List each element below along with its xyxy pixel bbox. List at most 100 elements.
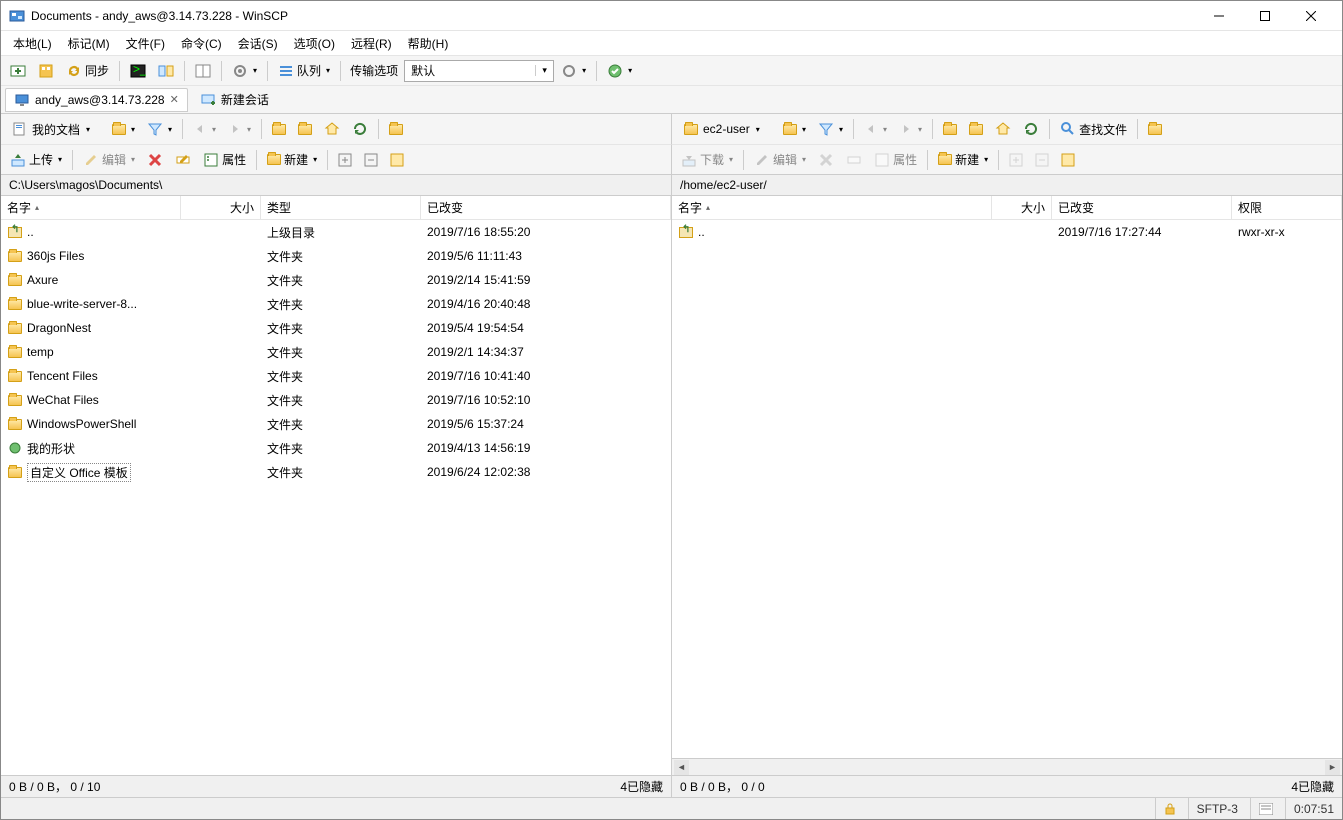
table-row[interactable]: WeChat Files文件夹2019/7/16 10:52:10 — [1, 388, 671, 412]
table-row[interactable]: blue-write-server-8...文件夹2019/4/16 20:40… — [1, 292, 671, 316]
col-changed[interactable]: 已改变 — [1052, 196, 1232, 219]
find-files-button[interactable]: 查找文件 — [1055, 117, 1132, 141]
console-icon[interactable]: >_ — [125, 59, 151, 83]
right-folder-select[interactable]: ec2-user ▾ — [676, 118, 776, 140]
delete-icon[interactable] — [142, 148, 168, 172]
col-name[interactable]: 名字▴ — [1, 196, 181, 219]
menu-item[interactable]: 会话(S) — [230, 32, 286, 55]
menu-item[interactable]: 帮助(H) — [400, 32, 457, 55]
right-path[interactable]: /home/ec2-user/ — [672, 174, 1342, 196]
table-row[interactable]: 自定义 Office 模板文件夹2019/6/24 12:02:38 — [1, 460, 671, 484]
left-file-list[interactable]: ..上级目录2019/7/16 18:55:20360js Files文件夹20… — [1, 220, 671, 775]
menu-item[interactable]: 远程(R) — [343, 32, 400, 55]
table-row[interactable]: Tencent Files文件夹2019/7/16 10:41:40 — [1, 364, 671, 388]
col-size[interactable]: 大小 — [992, 196, 1052, 219]
table-row[interactable]: temp文件夹2019/2/1 14:34:37 — [1, 340, 671, 364]
col-type[interactable]: 类型 — [261, 196, 421, 219]
new-button[interactable]: 新建▾ — [262, 148, 322, 172]
parent-dir-icon[interactable] — [938, 117, 962, 141]
queue-button[interactable]: 队列▾ — [273, 59, 335, 83]
sites-icon[interactable] — [33, 59, 59, 83]
open-folder-icon[interactable]: ▾ — [107, 117, 140, 141]
new-button[interactable]: 新建▾ — [933, 148, 993, 172]
forward-icon[interactable]: ▾ — [894, 117, 927, 141]
rename-icon[interactable] — [170, 148, 196, 172]
bookmark-icon[interactable] — [1143, 117, 1167, 141]
log-icon[interactable] — [1250, 798, 1273, 819]
menu-item[interactable]: 命令(C) — [173, 32, 230, 55]
parent-dir-icon[interactable] — [267, 117, 291, 141]
refresh-icon[interactable] — [347, 117, 373, 141]
shape-icon — [7, 440, 23, 456]
minus-icon[interactable] — [1030, 148, 1054, 172]
maximize-button[interactable] — [1242, 1, 1288, 31]
bookmark-icon[interactable] — [384, 117, 408, 141]
open-folder-icon[interactable]: ▾ — [778, 117, 811, 141]
session-tabs: andy_aws@3.14.73.228 ✕ 新建会话 — [1, 85, 1342, 113]
new-session-icon[interactable] — [5, 59, 31, 83]
close-button[interactable] — [1288, 1, 1334, 31]
back-icon[interactable]: ▾ — [859, 117, 892, 141]
calc-icon[interactable] — [385, 148, 409, 172]
refresh-icon[interactable] — [1018, 117, 1044, 141]
close-tab-icon[interactable]: ✕ — [170, 93, 179, 106]
new-session-icon — [200, 92, 216, 108]
col-changed[interactable]: 已改变 — [421, 196, 671, 219]
session-tab-active[interactable]: andy_aws@3.14.73.228 ✕ — [5, 88, 188, 112]
table-row[interactable]: ..上级目录2019/7/16 18:55:20 — [1, 220, 671, 244]
plus-icon[interactable] — [1004, 148, 1028, 172]
table-row[interactable]: 360js Files文件夹2019/5/6 11:11:43 — [1, 244, 671, 268]
home-icon[interactable] — [319, 117, 345, 141]
new-session-button[interactable]: 新建会话 — [192, 88, 277, 111]
filter-icon[interactable]: ▾ — [813, 117, 848, 141]
delete-icon[interactable] — [813, 148, 839, 172]
filter-icon[interactable]: ▾ — [142, 117, 177, 141]
menu-item[interactable]: 标记(M) — [60, 32, 118, 55]
home-icon[interactable] — [990, 117, 1016, 141]
download-button[interactable]: 下载▾ — [676, 148, 738, 172]
transfer-preset-combo[interactable]: 默认 ▾ — [404, 60, 554, 82]
sync-button[interactable]: 同步 — [61, 59, 114, 83]
table-row[interactable]: WindowsPowerShell文件夹2019/5/6 15:37:24 — [1, 412, 671, 436]
root-dir-icon[interactable] — [293, 117, 317, 141]
table-row[interactable]: DragonNest文件夹2019/5/4 19:54:54 — [1, 316, 671, 340]
left-path[interactable]: C:\Users\magos\Documents\ — [1, 174, 672, 196]
table-row[interactable]: Axure文件夹2019/2/14 15:41:59 — [1, 268, 671, 292]
scroll-right-icon[interactable]: ► — [1325, 760, 1340, 775]
right-nav-toolbar: ec2-user ▾ ▾ ▾ ▾ ▾ 查找文件 — [672, 114, 1342, 144]
minus-icon[interactable] — [359, 148, 383, 172]
menu-item[interactable]: 本地(L) — [5, 32, 60, 55]
rename-icon[interactable] — [841, 148, 867, 172]
properties-button[interactable]: 属性 — [869, 148, 922, 172]
edit-button[interactable]: 编辑▾ — [749, 148, 811, 172]
properties-button[interactable]: 属性 — [198, 148, 251, 172]
protocol-label: SFTP-3 — [1188, 798, 1238, 819]
back-icon[interactable]: ▾ — [188, 117, 221, 141]
minimize-button[interactable] — [1196, 1, 1242, 31]
calc-icon[interactable] — [1056, 148, 1080, 172]
root-dir-icon[interactable] — [964, 117, 988, 141]
table-row[interactable]: ..2019/7/16 17:27:44rwxr-xr-x — [672, 220, 1342, 244]
col-size[interactable]: 大小 — [181, 196, 261, 219]
menu-item[interactable]: 选项(O) — [286, 32, 343, 55]
table-row[interactable]: 我的形状文件夹2019/4/13 14:56:19 — [1, 436, 671, 460]
app-icon — [9, 8, 25, 24]
disconnect-icon[interactable]: ▾ — [602, 59, 637, 83]
commander-icon[interactable] — [190, 59, 216, 83]
compare-icon[interactable] — [153, 59, 179, 83]
settings-icon[interactable]: ▾ — [227, 59, 262, 83]
col-perm[interactable]: 权限 — [1232, 196, 1342, 219]
edit-button[interactable]: 编辑▾ — [78, 148, 140, 172]
upload-button[interactable]: 上传▾ — [5, 148, 67, 172]
monitor-icon — [14, 92, 30, 108]
scroll-left-icon[interactable]: ◄ — [674, 760, 689, 775]
plus-icon[interactable] — [333, 148, 357, 172]
menu-item[interactable]: 文件(F) — [118, 32, 173, 55]
transfer-settings-icon[interactable]: ▾ — [556, 59, 591, 83]
right-scrollbar[interactable]: ◄ ► — [672, 758, 1342, 775]
lock-icon — [1155, 798, 1176, 819]
forward-icon[interactable]: ▾ — [223, 117, 256, 141]
col-name[interactable]: 名字▴ — [672, 196, 992, 219]
left-folder-select[interactable]: 我的文档 ▾ — [5, 118, 105, 141]
right-file-list[interactable]: ..2019/7/16 17:27:44rwxr-xr-x — [672, 220, 1342, 758]
